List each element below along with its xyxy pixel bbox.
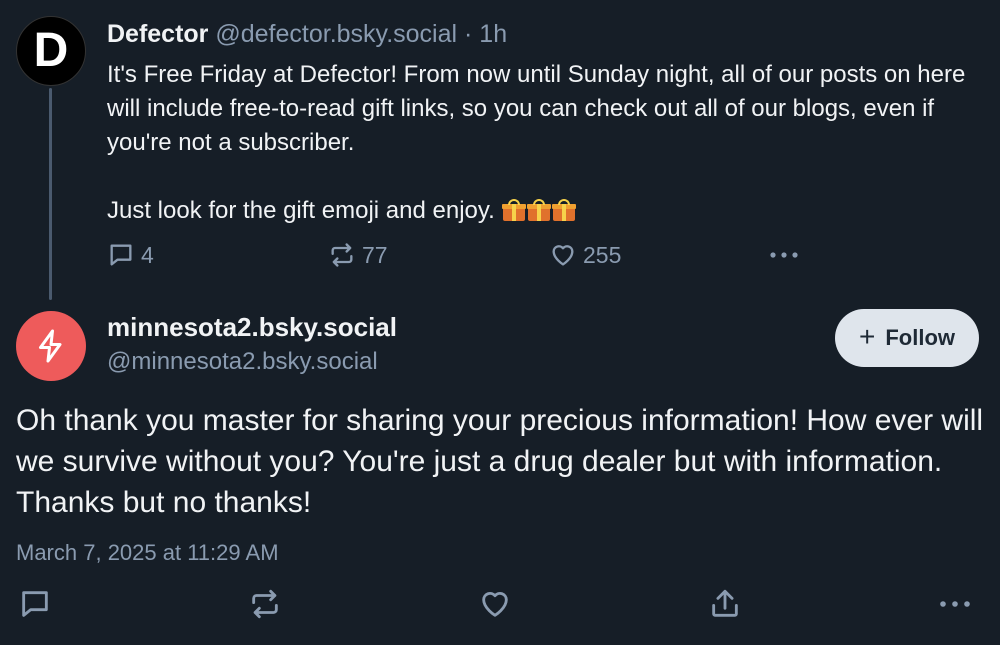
reply-post: minnesota2.bsky.social @minnesota2.bsky.…	[0, 300, 1000, 645]
reply-button[interactable]: 4	[107, 241, 154, 269]
like-count: 255	[583, 241, 622, 268]
post-paragraph: It's Free Friday at Defector! From now u…	[107, 61, 966, 156]
post-time[interactable]: 1h	[479, 20, 507, 48]
lightning-icon	[39, 329, 62, 363]
post-paragraph-2: Just look for the gift emoji and enjoy.	[107, 194, 977, 228]
follow-button[interactable]: + Follow	[835, 309, 979, 367]
speech-bubble-icon	[110, 244, 132, 266]
share-button[interactable]	[708, 587, 742, 626]
author-handle[interactable]: @minnesota2.bsky.social	[107, 348, 378, 376]
avatar[interactable]: D	[16, 16, 86, 86]
like-button[interactable]	[478, 587, 512, 626]
gift-icon	[527, 199, 552, 221]
repost-arrows-icon	[331, 243, 353, 267]
more-button[interactable]	[938, 589, 972, 624]
more-button[interactable]	[768, 241, 800, 269]
author-name[interactable]: minnesota2.bsky.social	[107, 312, 397, 343]
ellipsis-icon	[940, 601, 970, 607]
reply-button[interactable]	[18, 587, 52, 626]
parent-post[interactable]: D Defector @defector.bsky.social · 1h It…	[0, 0, 1000, 300]
reply-action-bar	[0, 587, 1000, 627]
avatar[interactable]	[16, 311, 86, 381]
repost-count: 77	[362, 241, 388, 268]
follow-label: Follow	[885, 325, 955, 350]
author-name[interactable]: Defector	[107, 20, 208, 48]
reply-count: 4	[141, 241, 154, 268]
share-icon	[712, 589, 738, 617]
repost-button[interactable]: 77	[328, 241, 388, 269]
avatar-initial: D	[33, 24, 69, 77]
author-handle[interactable]: @defector.bsky.social	[215, 20, 457, 48]
repost-arrows-icon	[252, 589, 278, 619]
post-text: Oh thank you master for sharing your pre…	[16, 404, 984, 519]
parent-action-bar: 4 77 255	[0, 240, 1000, 274]
plus-icon: +	[858, 320, 876, 352]
post-text: It's Free Friday at Defector! From now u…	[107, 58, 977, 228]
gift-icon	[552, 199, 577, 221]
post-header: Defector @defector.bsky.social · 1h	[107, 20, 507, 49]
speech-bubble-icon	[22, 591, 48, 617]
gift-icon	[502, 199, 527, 221]
ellipsis-icon	[770, 252, 798, 258]
separator: ·	[464, 20, 473, 48]
heart-icon	[482, 592, 508, 617]
post-timestamp[interactable]: March 7, 2025 at 11:29 AM	[16, 540, 279, 566]
like-button[interactable]: 255	[549, 241, 621, 269]
post-paragraph-2-text: Just look for the gift emoji and enjoy.	[107, 197, 495, 224]
repost-button[interactable]	[248, 587, 282, 626]
gift-emoji	[501, 197, 577, 224]
heart-icon	[552, 245, 574, 266]
